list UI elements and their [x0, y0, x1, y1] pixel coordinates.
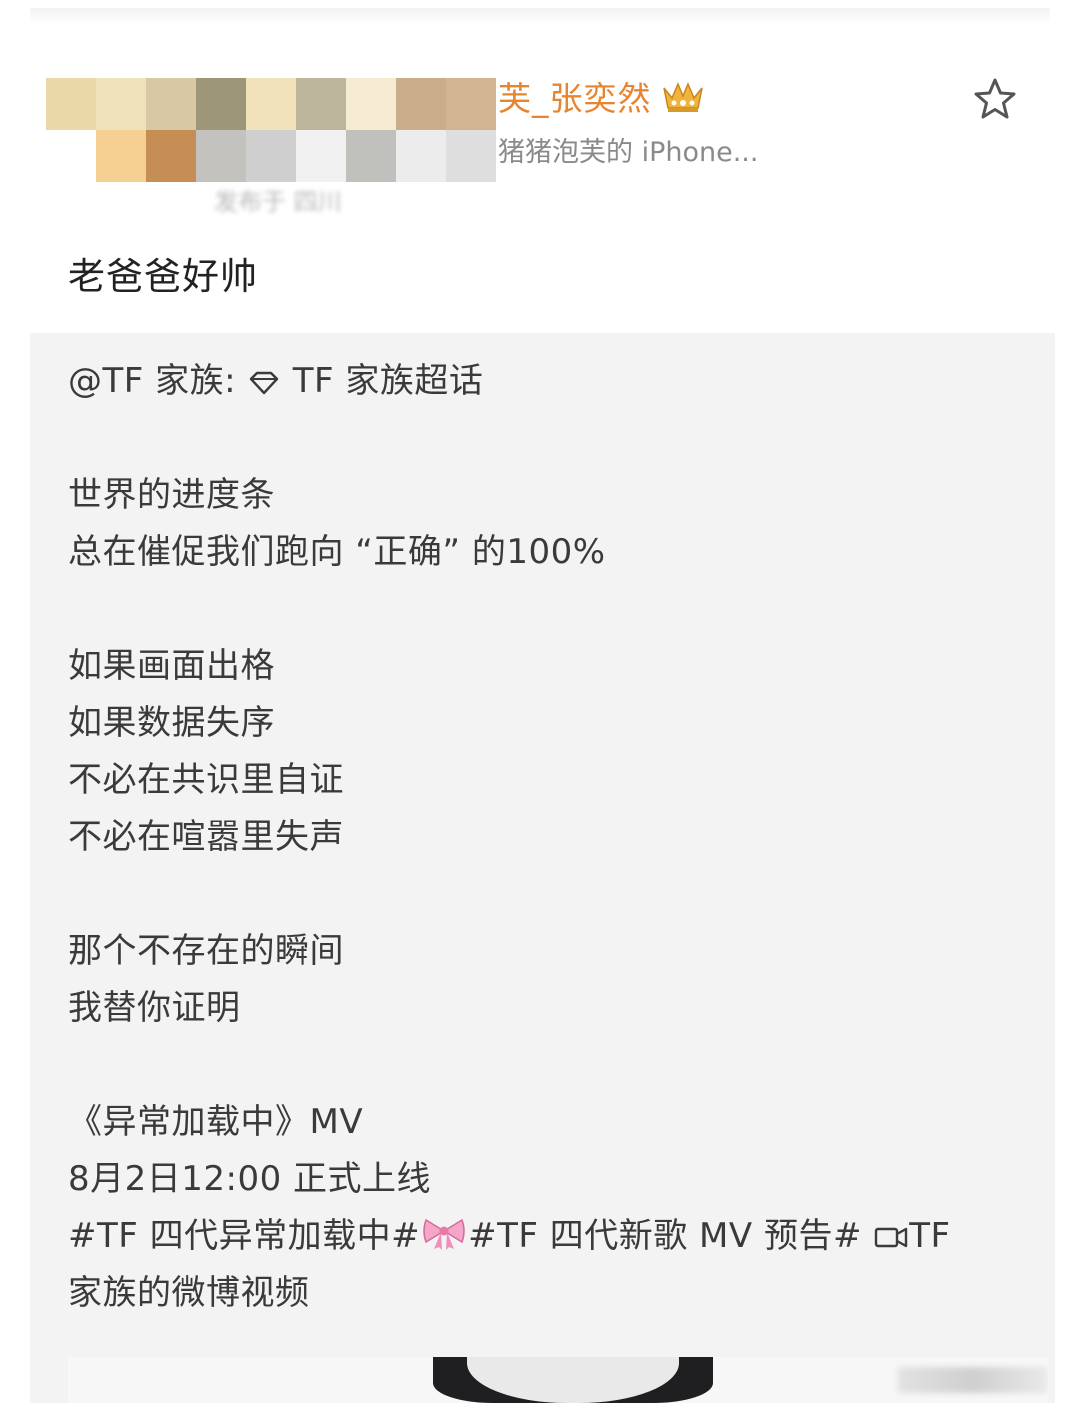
hashtag-link[interactable]: #TF 四代新歌 MV 预告# — [468, 1216, 862, 1256]
hashtag-link[interactable]: #TF 四代异常加载中# — [68, 1216, 420, 1256]
diamond-icon — [250, 371, 279, 395]
username[interactable]: 芙_张奕然 — [498, 72, 706, 120]
post-time: 发布于 四川 — [214, 188, 342, 216]
mv-title: 《异常加载中》MV — [68, 1102, 364, 1142]
text-line: 那个不存在的瞬间 — [68, 931, 344, 971]
repost-card[interactable]: @TF 家族: TF 家族超话 世界的进度条 总在催促我们跑向 “正确” 的10… — [30, 333, 1055, 1403]
post-caption: 老爸爸好帅 — [68, 255, 258, 298]
post-source: 猪猪泡芙的 iPhone... — [498, 137, 759, 168]
super-topic-link[interactable]: TF 家族超话 — [293, 361, 484, 401]
crown-icon — [662, 82, 703, 112]
repost-author-line: @TF 家族: TF 家族超话 — [68, 353, 1028, 410]
text-line: 我替你证明 — [68, 988, 241, 1028]
video-preview-figure — [433, 1357, 713, 1403]
text-line: 世界的进度条 — [68, 475, 275, 515]
release-time: 8月2日12:00 正式上线 — [68, 1159, 432, 1199]
star-outline-icon — [974, 78, 1016, 119]
text-line: 如果数据失序 — [68, 703, 275, 743]
hashtag-line: #TF 四代异常加载中# #TF 四代新歌 MV 预告# TF — [68, 1208, 1028, 1265]
text-line: 不必在共识里自证 — [68, 760, 344, 800]
post-header: 芙_张奕然 猪猪泡芙的 iPhone... 发布于 四川 老爸爸好帅 — [0, 0, 1070, 298]
video-camera-icon — [875, 1227, 908, 1248]
video-link[interactable]: 家族的微博视频 — [68, 1265, 1028, 1322]
mention-link[interactable]: @TF 家族: — [68, 361, 236, 401]
ribbon-bow-icon — [423, 1218, 465, 1250]
username-text[interactable]: 芙_张奕然 — [498, 72, 652, 120]
video-thumbnail[interactable] — [68, 1357, 1048, 1403]
blurred-overlay — [898, 1367, 1048, 1393]
favorite-button[interactable] — [972, 76, 1018, 122]
video-link-prefix[interactable]: TF — [909, 1216, 950, 1256]
repost-content: @TF 家族: TF 家族超话 世界的进度条 总在催促我们跑向 “正确” 的10… — [68, 353, 1028, 1322]
text-line: 不必在喧嚣里失声 — [68, 817, 344, 857]
text-line: 如果画面出格 — [68, 646, 275, 686]
text-line: 总在催促我们跑向 “正确” 的100% — [68, 532, 606, 572]
